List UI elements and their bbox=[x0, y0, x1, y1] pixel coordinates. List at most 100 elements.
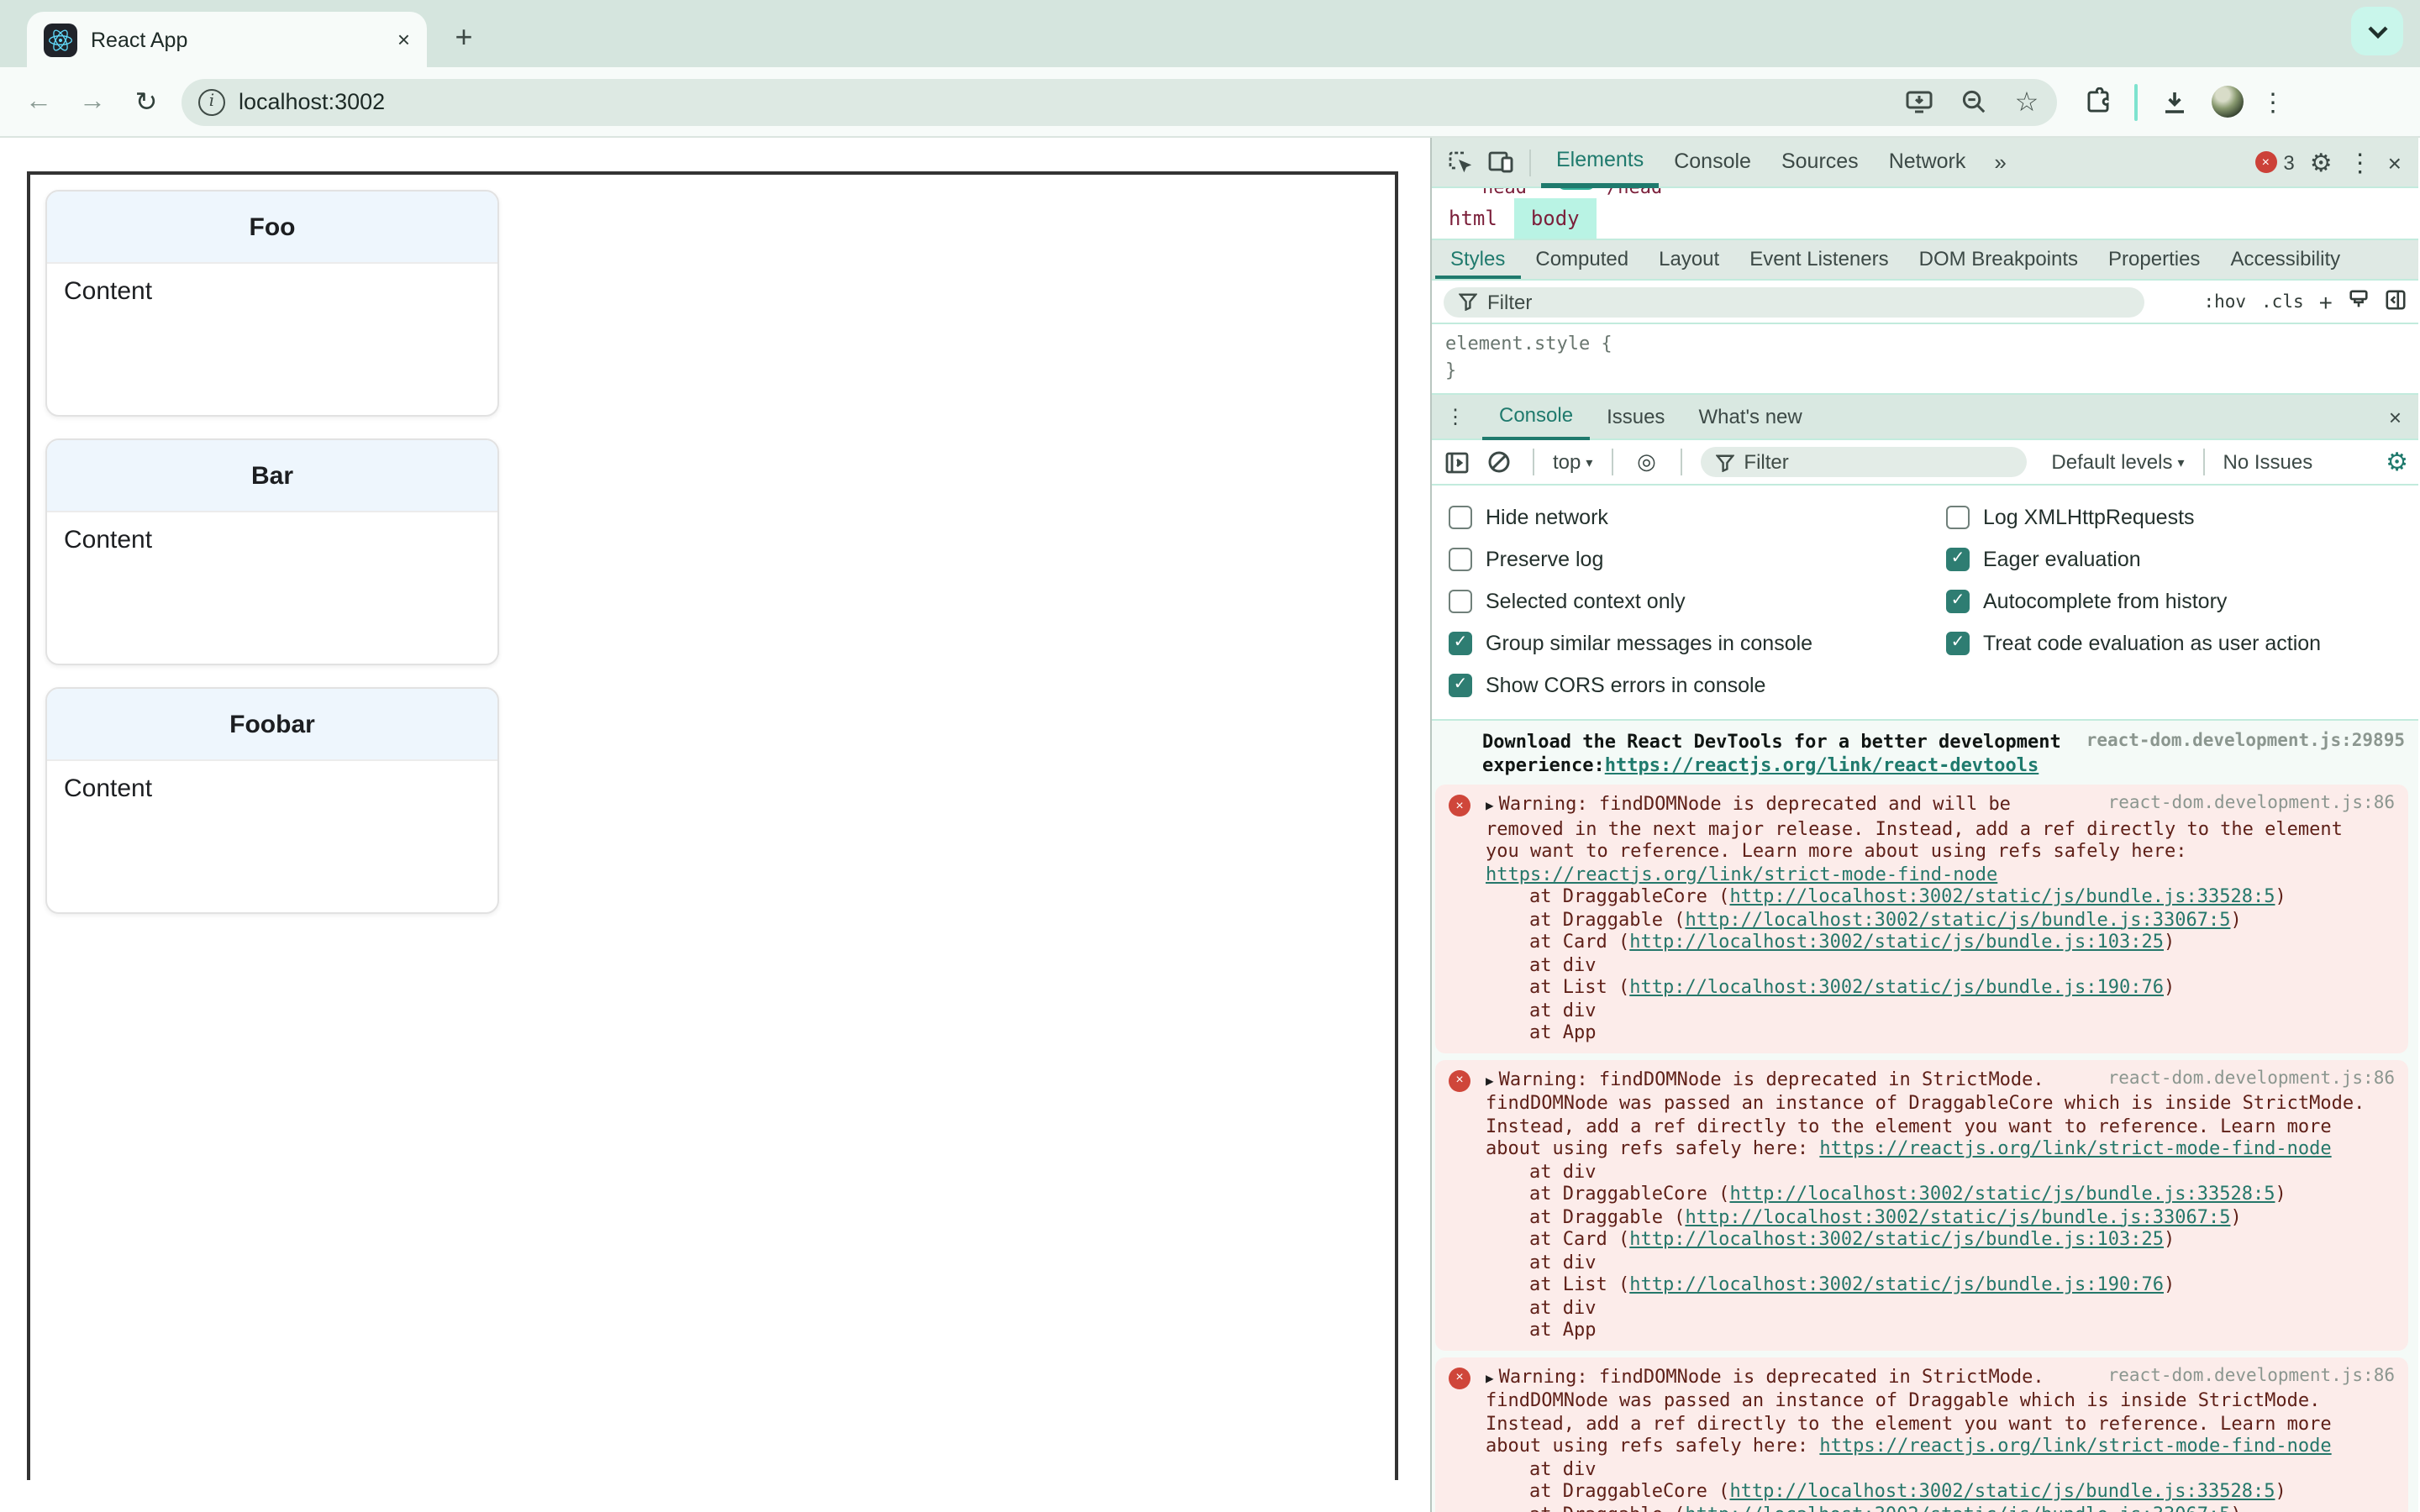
context-selector[interactable]: top ▾ bbox=[1553, 450, 1592, 474]
stack-source-link[interactable]: http://localhost:3002/static/js/bundle.j… bbox=[1629, 931, 2164, 953]
issues-counter[interactable]: No Issues bbox=[2223, 450, 2313, 474]
checkbox-show-cors-errors-in-console[interactable]: ✓ bbox=[1449, 673, 1472, 696]
back-button[interactable]: ← bbox=[17, 80, 60, 123]
install-app-icon[interactable] bbox=[1899, 81, 1939, 122]
dom-tree-clipped-row: head/head bbox=[1432, 188, 2418, 198]
device-toolbar-icon[interactable] bbox=[1482, 144, 1519, 181]
inspect-element-icon[interactable] bbox=[1442, 144, 1479, 181]
browser-menu-icon[interactable]: ⋮ bbox=[2260, 87, 2286, 117]
sidebar-toggle-icon[interactable] bbox=[2385, 288, 2407, 315]
url-bar[interactable]: i localhost:3002 ☆ bbox=[182, 78, 2057, 125]
stack-source-link[interactable]: http://localhost:3002/static/js/bundle.j… bbox=[1629, 1273, 2164, 1295]
extensions-puzzle-icon[interactable] bbox=[2077, 81, 2118, 122]
message-link[interactable]: https://reactjs.org/link/react-devtools bbox=[1605, 753, 2039, 775]
stack-source-link[interactable]: http://localhost:3002/static/js/bundle.j… bbox=[1685, 908, 2230, 930]
console-settings-icon[interactable]: ⚙ bbox=[2386, 447, 2408, 477]
checkbox-eager-evaluation[interactable]: ✓ bbox=[1946, 547, 1970, 570]
reload-button[interactable]: ↻ bbox=[124, 80, 168, 123]
new-style-rule-icon[interactable]: + bbox=[2319, 288, 2333, 315]
stack-line: at Card (http://localhost:3002/static/js… bbox=[1529, 1228, 2175, 1250]
console-filter-input[interactable]: Filter bbox=[1700, 447, 2027, 477]
card-foo[interactable]: Foo Content bbox=[45, 190, 499, 417]
drawer-menu-icon[interactable]: ⋮ bbox=[1445, 405, 1465, 428]
setting-label: Eager evaluation bbox=[1983, 547, 2141, 570]
console-message-warning[interactable]: react-dom.development.js:86 × ▶ Warning: fi… bbox=[1435, 1357, 2408, 1512]
message-source-link[interactable]: react-dom.development.js:29895 bbox=[2086, 731, 2405, 753]
tab-styles[interactable]: Styles bbox=[1435, 240, 1521, 279]
devtools-menu-icon[interactable]: ⋮ bbox=[2348, 147, 2373, 177]
site-info-icon[interactable]: i bbox=[198, 88, 225, 115]
log-levels-dropdown[interactable]: Default levels ▾ bbox=[2051, 450, 2184, 474]
message-source-link[interactable]: react-dom.development.js:86 bbox=[2108, 793, 2395, 816]
zoom-out-icon[interactable] bbox=[1953, 81, 1993, 122]
console-sidebar-icon[interactable] bbox=[1442, 447, 1472, 477]
downloads-icon[interactable] bbox=[2154, 81, 2195, 122]
bookmark-star-icon[interactable]: ☆ bbox=[2007, 81, 2047, 122]
console-message-warning[interactable]: react-dom.development.js:86 × ▶ Warning: fi… bbox=[1435, 785, 2408, 1053]
checkbox-treat-code-evaluation-as-user-action[interactable]: ✓ bbox=[1946, 631, 1970, 654]
pseudo-state-toggle[interactable]: :hov bbox=[2203, 291, 2246, 312]
tab-layout[interactable]: Layout bbox=[1644, 240, 1734, 279]
styles-filter-input[interactable]: Filter bbox=[1444, 286, 2144, 317]
drawer-tab-what-s-new[interactable]: What's new bbox=[1681, 394, 1818, 439]
forward-button[interactable]: → bbox=[71, 80, 114, 123]
message-source-link[interactable]: react-dom.development.js:86 bbox=[2108, 1068, 2395, 1090]
card-foobar[interactable]: Foobar Content bbox=[45, 687, 499, 914]
message-link[interactable]: https://reactjs.org/link/strict-mode-fin… bbox=[1819, 1137, 2331, 1159]
devtools-tab-elements[interactable]: Elements bbox=[1541, 137, 1660, 187]
tab-search-button[interactable] bbox=[2351, 7, 2403, 55]
more-tabs-button[interactable]: » bbox=[1984, 150, 2016, 175]
class-toggle[interactable]: .cls bbox=[2261, 291, 2304, 312]
expand-triangle-icon[interactable]: ▶ bbox=[1486, 1073, 1494, 1088]
devtools-close-icon[interactable]: × bbox=[2388, 149, 2402, 176]
message-source-link[interactable]: react-dom.development.js:86 bbox=[2108, 1365, 2395, 1388]
stack-source-link[interactable]: http://localhost:3002/static/js/bundle.j… bbox=[1685, 1205, 2230, 1227]
tab-dom-breakpoints[interactable]: DOM Breakpoints bbox=[1904, 240, 2093, 279]
new-tab-button[interactable]: + bbox=[444, 17, 484, 57]
card-bar[interactable]: Bar Content bbox=[45, 438, 499, 665]
style-selector[interactable]: element.style { bbox=[1445, 331, 2405, 358]
console-message-info[interactable]: react-dom.development.js:29895 Download t… bbox=[1432, 724, 2418, 783]
devtools-tab-network[interactable]: Network bbox=[1874, 137, 1981, 187]
checkbox-selected-context-only[interactable] bbox=[1449, 589, 1472, 612]
live-expression-eye-icon[interactable]: ◎ bbox=[1631, 447, 1661, 477]
devtools-settings-icon[interactable]: ⚙ bbox=[2310, 147, 2333, 177]
funnel-icon bbox=[1715, 454, 1734, 471]
message-link[interactable]: https://reactjs.org/link/strict-mode-fin… bbox=[1819, 1435, 2331, 1457]
breadcrumb-html[interactable]: html bbox=[1432, 198, 1514, 239]
console-message-warning[interactable]: react-dom.development.js:86 × ▶ Warning: fi… bbox=[1435, 1059, 2408, 1350]
tab-computed[interactable]: Computed bbox=[1520, 240, 1644, 279]
devtools-tab-sources[interactable]: Sources bbox=[1766, 137, 1874, 187]
url-text[interactable]: localhost:3002 bbox=[239, 89, 1886, 114]
stack-source-link[interactable]: http://localhost:3002/static/js/bundle.j… bbox=[1629, 976, 2164, 998]
checkbox-log-xmlhttprequests[interactable] bbox=[1946, 505, 1970, 528]
clear-console-icon[interactable] bbox=[1484, 447, 1514, 477]
element-style-rule[interactable]: element.style { } bbox=[1432, 324, 2418, 395]
expand-triangle-icon[interactable]: ▶ bbox=[1486, 1370, 1494, 1385]
stack-source-link[interactable]: http://localhost:3002/static/js/bundle.j… bbox=[1629, 1228, 2164, 1250]
tab-close-icon[interactable]: × bbox=[397, 27, 410, 52]
checkbox-hide-network[interactable] bbox=[1449, 505, 1472, 528]
stack-source-link[interactable]: http://localhost:3002/static/js/bundle.j… bbox=[1729, 1480, 2275, 1502]
tab-accessibility[interactable]: Accessibility bbox=[2215, 240, 2355, 279]
drawer-tab-issues[interactable]: Issues bbox=[1590, 394, 1681, 439]
checkbox-autocomplete-from-history[interactable]: ✓ bbox=[1946, 589, 1970, 612]
checkbox-preserve-log[interactable] bbox=[1449, 547, 1472, 570]
rendering-brush-icon[interactable] bbox=[2348, 288, 2370, 315]
card-content: Content bbox=[64, 526, 153, 554]
stack-source-link[interactable]: http://localhost:3002/static/js/bundle.j… bbox=[1729, 885, 2275, 907]
message-link[interactable]: https://reactjs.org/link/strict-mode-fin… bbox=[1486, 863, 1997, 885]
breadcrumb-body[interactable]: body bbox=[1513, 198, 1597, 239]
error-count-badge[interactable]: × 3 bbox=[2254, 150, 2295, 174]
profile-avatar[interactable] bbox=[2212, 86, 2244, 118]
tab-event-listeners[interactable]: Event Listeners bbox=[1734, 240, 1903, 279]
drawer-close-icon[interactable]: × bbox=[2389, 404, 2405, 429]
stack-source-link[interactable]: http://localhost:3002/static/js/bundle.j… bbox=[1729, 1183, 2275, 1205]
checkbox-group-similar-messages-in-console[interactable]: ✓ bbox=[1449, 631, 1472, 654]
devtools-tab-console[interactable]: Console bbox=[1659, 137, 1766, 187]
browser-tab[interactable]: React App × bbox=[27, 12, 427, 67]
tab-properties[interactable]: Properties bbox=[2093, 240, 2215, 279]
expand-triangle-icon[interactable]: ▶ bbox=[1486, 798, 1494, 813]
drawer-tab-console[interactable]: Console bbox=[1482, 394, 1591, 439]
stack-source-link[interactable]: http://localhost:3002/static/js/bundle.j… bbox=[1685, 1503, 2230, 1512]
